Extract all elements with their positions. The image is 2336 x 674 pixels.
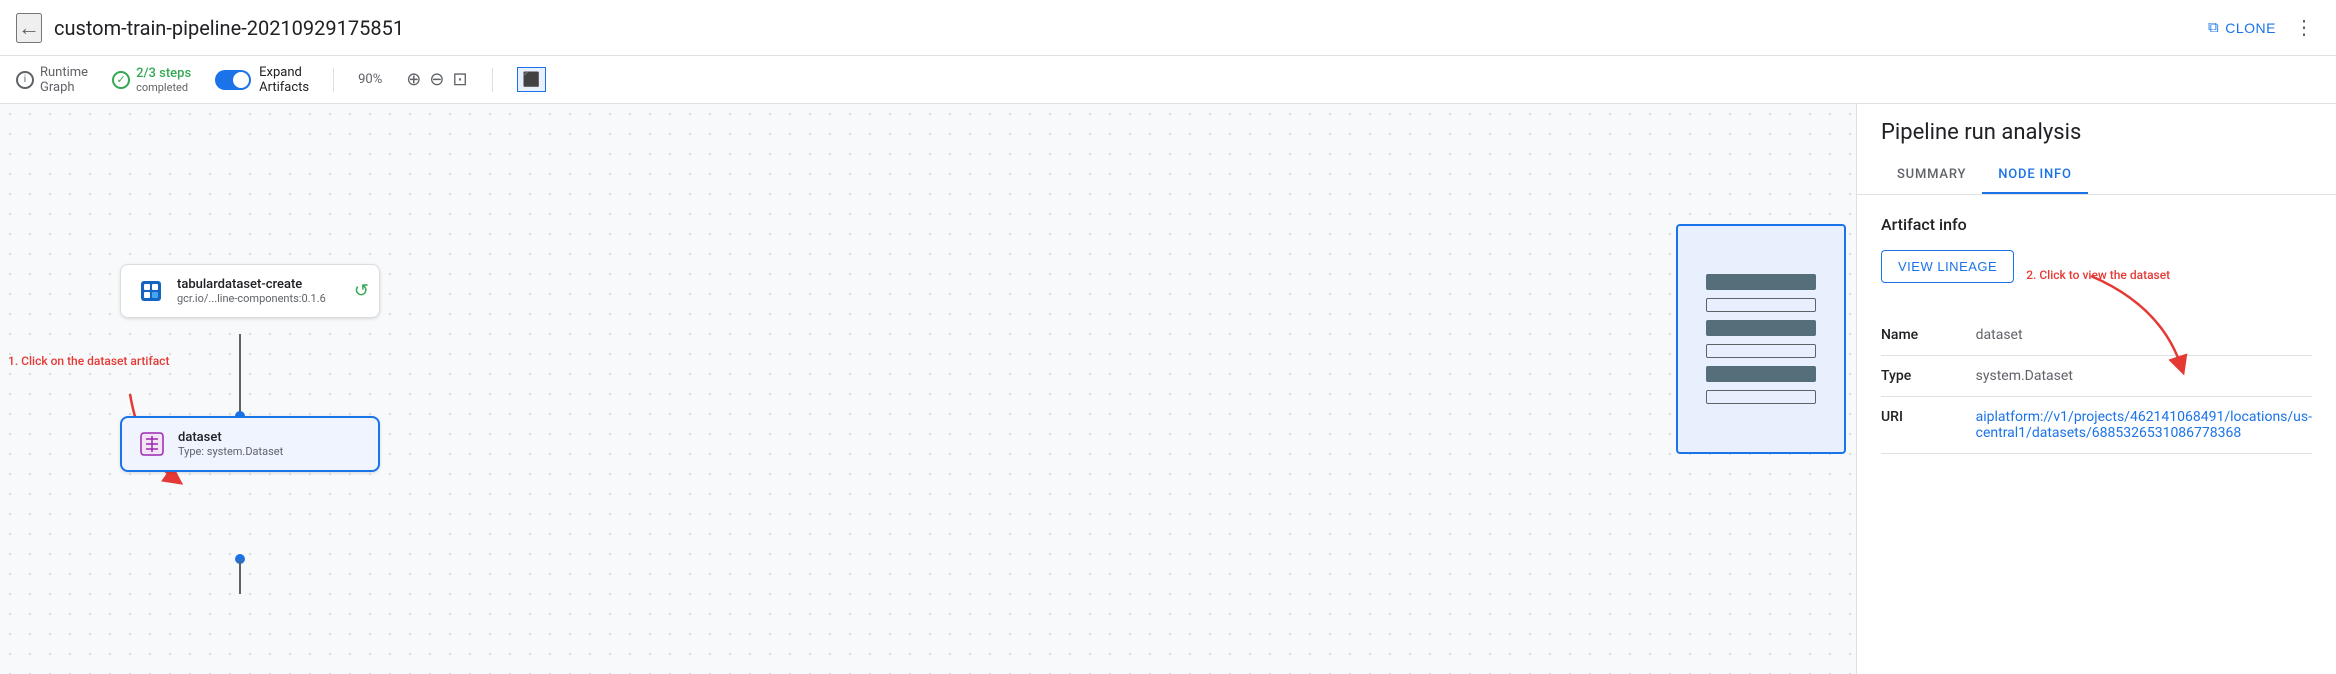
toggle-knob	[233, 72, 249, 88]
right-panel-header: Pipeline run analysis SUMMARY NODE INFO	[1857, 104, 2336, 195]
info-key-name: Name	[1881, 315, 1936, 356]
node-tabular-sub: gcr.io/...line-components:0.1.6	[177, 292, 326, 305]
node-dataset-sub: Type: system.Dataset	[178, 445, 283, 458]
tabs: SUMMARY NODE INFO	[1881, 157, 2312, 194]
header: ← custom-train-pipeline-20210929175851 ⧉…	[0, 0, 2336, 56]
mini-bar-6	[1706, 390, 1816, 404]
back-button[interactable]: ←	[16, 13, 42, 43]
info-val-type: system.Dataset	[1936, 356, 2312, 397]
right-panel-title: Pipeline run analysis	[1881, 120, 2312, 145]
clone-icon: ⧉	[2208, 19, 2219, 36]
clone-button[interactable]: ⧉ CLONE	[2196, 13, 2288, 42]
node-dataset[interactable]: dataset Type: system.Dataset	[120, 416, 380, 472]
info-key-type: Type	[1881, 356, 1936, 397]
node-tabular-info: tabulardataset-create gcr.io/...line-com…	[177, 277, 326, 305]
artifact-info-title: Artifact info	[1881, 215, 2312, 234]
toolbar-divider	[333, 68, 334, 92]
mini-preview-card	[1676, 224, 1846, 454]
node-tabular-name: tabulardataset-create	[177, 277, 326, 292]
node-dataset-name: dataset	[178, 430, 283, 445]
clone-label: CLONE	[2225, 20, 2276, 36]
pipeline-title: custom-train-pipeline-20210929175851	[54, 16, 2196, 40]
zoom-out-button[interactable]: ⊖	[429, 69, 444, 90]
right-panel: Pipeline run analysis SUMMARY NODE INFO …	[1856, 104, 2336, 674]
more-menu-button[interactable]: ⋮	[2288, 9, 2320, 46]
steps-completed-item: ✓ 2/3 steps completed	[112, 66, 191, 94]
runtime-graph-item[interactable]: i Runtime Graph	[16, 65, 88, 95]
expand-label: Expand Artifacts	[259, 65, 309, 95]
info-icon: i	[16, 71, 34, 89]
info-row-name: Name dataset	[1881, 315, 2312, 356]
artifact-info-table: Name dataset Type system.Dataset URI aip…	[1881, 315, 2312, 454]
mini-bar-4	[1706, 344, 1816, 358]
zoom-in-button[interactable]: ⊕	[406, 69, 421, 90]
zoom-fit-button[interactable]: ⊡	[452, 69, 467, 90]
mini-bar-5	[1706, 366, 1816, 382]
toggle-switch[interactable]	[215, 70, 251, 90]
click-hint-2: 2. Click to view the dataset	[2026, 268, 2170, 282]
graph-panel[interactable]: 1. Click on the dataset artifact	[0, 104, 1856, 674]
check-icon: ✓	[112, 71, 130, 89]
runtime-graph-label: Runtime Graph	[40, 65, 88, 95]
expand-artifacts-toggle[interactable]: Expand Artifacts	[215, 65, 309, 95]
dataset-node-icon	[136, 428, 168, 460]
steps-text: 2/3 steps completed	[136, 66, 191, 94]
annotation-1: 1. Click on the dataset artifact	[8, 354, 169, 368]
node-tabular[interactable]: tabulardataset-create gcr.io/...line-com…	[120, 264, 380, 318]
mini-bar-2	[1706, 298, 1816, 312]
right-panel-body: Artifact info VIEW LINEAGE 2. Click to v…	[1857, 195, 2336, 674]
toolbar-divider-2	[492, 68, 493, 92]
info-row-type: Type system.Dataset	[1881, 356, 2312, 397]
sub-toolbar: i Runtime Graph ✓ 2/3 steps completed Ex…	[0, 56, 2336, 104]
cube-node-icon	[135, 275, 167, 307]
mini-bar-3	[1706, 320, 1816, 336]
zoom-level: 90%	[358, 72, 382, 87]
info-key-uri: URI	[1881, 397, 1936, 454]
refresh-icon[interactable]: ↺	[354, 281, 369, 302]
main-content: 1. Click on the dataset artifact	[0, 104, 2336, 674]
info-val-name: dataset	[1936, 315, 2312, 356]
info-row-uri: URI aiplatform://v1/projects/46214106849…	[1881, 397, 2312, 454]
view-lineage-button[interactable]: VIEW LINEAGE	[1881, 250, 2014, 283]
zoom-controls: ⊕ ⊖ ⊡	[406, 69, 467, 90]
layout-button[interactable]: ⬛	[517, 67, 546, 92]
info-val-uri: aiplatform://v1/projects/462141068491/lo…	[1936, 397, 2312, 454]
node-dataset-info: dataset Type: system.Dataset	[178, 430, 283, 458]
graph-svg	[0, 104, 1856, 674]
mini-bar-1	[1706, 274, 1816, 290]
uri-link[interactable]: aiplatform://v1/projects/462141068491/lo…	[1976, 409, 2312, 441]
tab-summary[interactable]: SUMMARY	[1881, 157, 1982, 194]
tab-node-info[interactable]: NODE INFO	[1982, 157, 2087, 194]
